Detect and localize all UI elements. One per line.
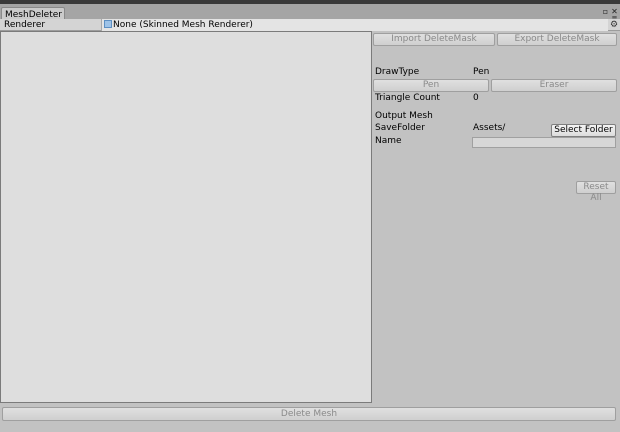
renderer-field-value: None (Skinned Mesh Renderer) [113, 20, 253, 30]
reset-all-button[interactable]: Reset All [576, 181, 616, 203]
main-panel: Import DeleteMask Export DeleteMask Draw… [0, 31, 620, 432]
triangle-count-value: 0 [473, 93, 479, 103]
name-field[interactable] [472, 137, 616, 148]
select-folder-button[interactable]: Select Folder [551, 124, 616, 137]
uv-canvas[interactable] [0, 31, 372, 403]
renderer-bar: Renderer None (Skinned Mesh Renderer) ⚙ [0, 19, 620, 31]
renderer-object-field[interactable]: None (Skinned Mesh Renderer) [101, 19, 608, 31]
savefolder-label: SaveFolder [375, 123, 425, 133]
drawtype-value: Pen [473, 67, 490, 77]
import-deletemask-button[interactable]: Import DeleteMask [373, 33, 495, 46]
skinned-mesh-icon [104, 20, 112, 28]
output-mesh-header: Output Mesh [375, 111, 433, 121]
pen-button[interactable]: Pen [373, 79, 489, 92]
eraser-button[interactable]: Eraser [491, 79, 617, 92]
gear-icon[interactable]: ⚙ [610, 19, 618, 31]
savefolder-value: Assets/ [473, 123, 506, 133]
name-label: Name [375, 136, 402, 146]
renderer-label: Renderer [4, 20, 46, 30]
window-titlebar: MeshDeleter wi ▫ ✕ ≡ [0, 0, 620, 34]
export-deletemask-button[interactable]: Export DeleteMask [497, 33, 617, 46]
triangle-count-label: Triangle Count [375, 93, 440, 103]
drawtype-label: DrawType [375, 67, 420, 77]
delete-mesh-button[interactable]: Delete Mesh [2, 407, 616, 421]
menu-icon[interactable]: ▫ [601, 7, 610, 16]
